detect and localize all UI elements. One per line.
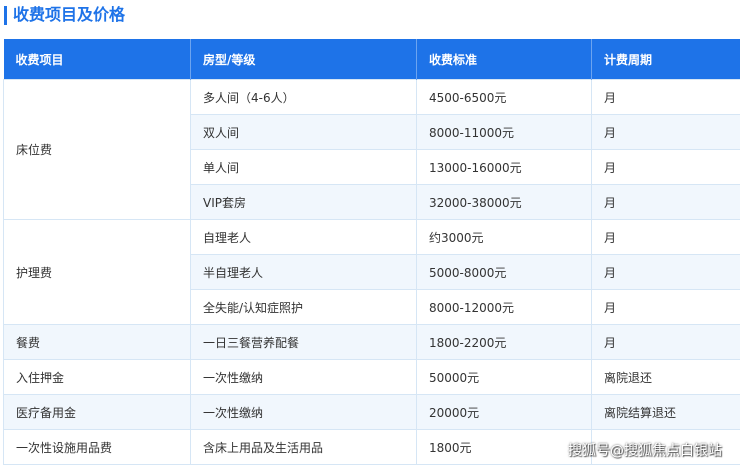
watermark: 搜狐号@搜狐焦点白银站 [568, 443, 722, 459]
billing-cycle-cell: 月 [591, 254, 740, 290]
table-header-row: 收费项目 房型/等级 收费标准 计费周期 [3, 39, 740, 80]
room-level-cell: 一次性缴纳 [190, 359, 417, 395]
table-row: 护理费 自理老人 约3000元月 [3, 219, 740, 325]
fee-item-cell: 护理费 [3, 219, 191, 325]
fee-item-cell: 一次性设施用品费 [3, 429, 191, 465]
section-title: 收费项目及价格 [13, 5, 126, 24]
billing-cycle-cell: 离院退还 [591, 359, 740, 395]
billing-cycle-cell: 月 [591, 114, 740, 150]
fee-standard-cell: 1800-2200元 [416, 324, 592, 360]
room-level-cell: VIP套房 [190, 184, 417, 220]
billing-cycle-cell: 月 [591, 79, 740, 115]
billing-cycle-cell: 月 [591, 184, 740, 220]
billing-cycle-cell: 月 [591, 219, 740, 255]
fee-standard-cell: 13000-16000元 [416, 149, 592, 185]
header-room-level: 房型/等级 [190, 39, 417, 80]
room-level-cell: 单人间 [190, 149, 417, 185]
page: 收费项目及价格 收费项目 房型/等级 收费标准 计费周期 床位费 多人间（4-6人… [0, 0, 740, 467]
table-row: 医疗备用金 一次性缴纳 20000元 离院结算退还 [3, 394, 740, 430]
fee-standard-cell: 20000元 [416, 394, 592, 430]
room-level-cell: 多人间（4-6人） [190, 79, 417, 115]
fee-standard-cell: 50000元 [416, 359, 592, 395]
room-level-cell: 双人间 [190, 114, 417, 150]
fee-table: 收费项目 房型/等级 收费标准 计费周期 床位费 多人间（4-6人） 4500-65… [3, 39, 740, 465]
room-level-cell: 一日三餐营养配餐 [190, 324, 417, 360]
room-level-cell: 全失能/认知症照护 [190, 289, 417, 325]
fee-standard-cell: 8000-11000元 [416, 114, 592, 150]
table-row: 床位费 多人间（4-6人） 4500-6500元月 [3, 79, 740, 220]
billing-cycle-cell: 月 [591, 149, 740, 185]
fee-item-cell: 餐费 [3, 324, 191, 360]
table-row: 入住押金 一次性缴纳 50000元 离院退还 [3, 359, 740, 395]
fee-item-cell: 医疗备用金 [3, 394, 191, 430]
billing-cycle-cell: 离院结算退还 [591, 394, 740, 430]
fee-item-cell: 入住押金 [3, 359, 191, 395]
header-billing-cycle: 计费周期 [591, 39, 740, 80]
billing-cycle-cell: 月 [591, 289, 740, 325]
fee-standard-cell: 32000-38000元 [416, 184, 592, 220]
room-level-cell: 含床上用品及生活用品 [190, 429, 417, 465]
fee-standard-cell: 5000-8000元 [416, 254, 592, 290]
fee-item-cell: 床位费 [3, 79, 191, 220]
room-level-cell: 一次性缴纳 [190, 394, 417, 430]
table-body: 床位费 多人间（4-6人） 4500-6500元月双人间 8000-11000元月单人… [3, 79, 740, 465]
billing-cycle-cell: 月 [591, 324, 740, 360]
header-fee-item: 收费项目 [3, 39, 191, 80]
section-accent-bar [4, 6, 7, 25]
fee-standard-cell: 1800元 [416, 429, 592, 465]
header-fee-standard: 收费标准 [416, 39, 592, 80]
fee-standard-cell: 4500-6500元 [416, 79, 592, 115]
table-row: 餐费 一日三餐营养配餐 1800-2200元月 [3, 324, 740, 360]
fee-standard-cell: 8000-12000元 [416, 289, 592, 325]
room-level-cell: 半自理老人 [190, 254, 417, 290]
room-level-cell: 自理老人 [190, 219, 417, 255]
fee-standard-cell: 约3000元 [416, 219, 592, 255]
